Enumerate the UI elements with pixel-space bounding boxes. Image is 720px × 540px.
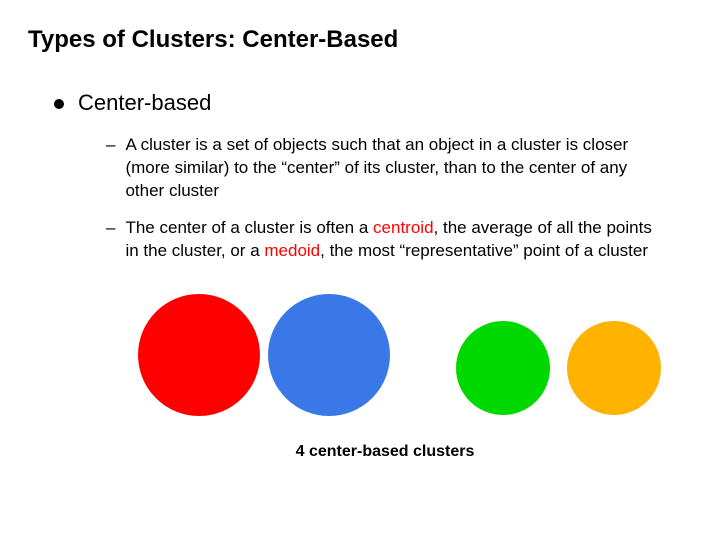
keyword-medoid: medoid [264,241,320,260]
dash-icon: – [106,134,115,157]
sub-bullet-2-text: The center of a cluster is often a centr… [125,217,662,263]
green-cluster-icon [456,321,550,415]
orange-cluster-icon [567,321,661,415]
keyword-centroid: centroid [373,218,433,237]
cluster-diagram [138,289,658,429]
diagram-caption: 4 center-based clusters [78,443,692,461]
sub-bullet-1: – A cluster is a set of objects such tha… [106,134,662,203]
dash-icon: – [106,217,115,240]
main-bullet: Center-based [54,90,692,116]
red-cluster-icon [138,294,260,416]
slide-title: Types of Clusters: Center-Based [28,26,692,54]
main-bullet-text: Center-based [78,90,211,116]
bullet-icon [54,99,64,109]
sub-bullet-1-text: A cluster is a set of objects such that … [125,134,662,203]
sub-bullet-2: – The center of a cluster is often a cen… [106,217,662,263]
blue-cluster-icon [268,294,390,416]
